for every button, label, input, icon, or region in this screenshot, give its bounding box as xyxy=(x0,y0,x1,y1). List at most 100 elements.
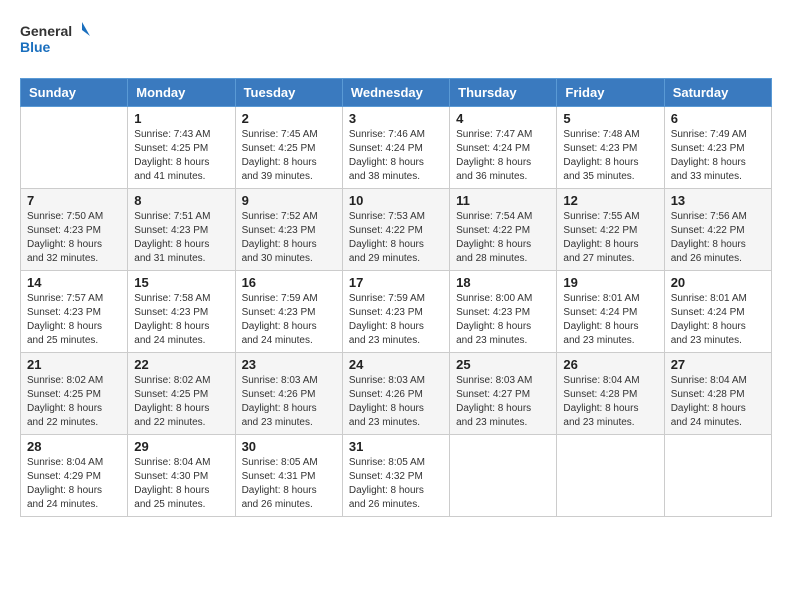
weekday-header: Tuesday xyxy=(235,79,342,107)
day-info: Sunrise: 8:03 AMSunset: 4:26 PMDaylight:… xyxy=(349,374,443,430)
day-number: 31 xyxy=(349,439,443,454)
calendar-cell: 16 Sunrise: 7:59 AMSunset: 4:23 PMDayligh… xyxy=(235,271,342,353)
day-info: Sunrise: 7:51 AMSunset: 4:23 PMDaylight:… xyxy=(134,210,228,266)
calendar-cell: 7Sunrise: 7:50 AMSunset: 4:23 PMDaylight… xyxy=(21,189,128,271)
calendar-cell: 12 Sunrise: 7:55 AMSunset: 4:22 PMDayligh… xyxy=(557,189,664,271)
page-header: General Blue xyxy=(20,20,772,62)
calendar-cell: 13Sunrise: 7:56 AMSunset: 4:22 PMDayligh… xyxy=(664,189,771,271)
day-number: 15 xyxy=(134,275,228,290)
calendar-cell: 6 Sunrise: 7:49 AMSunset: 4:23 PMDaylight… xyxy=(664,107,771,189)
day-number: 21 xyxy=(27,357,121,372)
calendar-cell: 11 Sunrise: 7:54 AMSunset: 4:22 PMDayligh… xyxy=(450,189,557,271)
calendar-cell: 15 Sunrise: 7:58 AMSunset: 4:23 PMDayligh… xyxy=(128,271,235,353)
day-info: Sunrise: 7:59 AMSunset: 4:23 PMDaylight:… xyxy=(242,292,336,348)
day-number: 2 xyxy=(242,111,336,126)
day-number: 1 xyxy=(134,111,228,126)
day-info: Sunrise: 7:55 AMSunset: 4:22 PMDaylight:… xyxy=(563,210,657,266)
day-number: 8 xyxy=(134,193,228,208)
calendar-cell: 24Sunrise: 8:03 AMSunset: 4:26 PMDayligh… xyxy=(342,353,449,435)
calendar-cell: 5 Sunrise: 7:48 AMSunset: 4:23 PMDaylight… xyxy=(557,107,664,189)
calendar-cell: 19Sunrise: 8:01 AMSunset: 4:24 PMDayligh… xyxy=(557,271,664,353)
day-info: Sunrise: 7:59 AMSunset: 4:23 PMDaylight:… xyxy=(349,292,443,348)
calendar-cell: 4 Sunrise: 7:47 AMSunset: 4:24 PMDaylight… xyxy=(450,107,557,189)
day-number: 29 xyxy=(134,439,228,454)
calendar-cell xyxy=(557,435,664,517)
day-number: 10 xyxy=(349,193,443,208)
calendar-cell: 1 Sunrise: 7:43 AMSunset: 4:25 PMDaylight… xyxy=(128,107,235,189)
day-number: 19 xyxy=(563,275,657,290)
day-info: Sunrise: 7:54 AMSunset: 4:22 PMDaylight:… xyxy=(456,210,550,266)
day-number: 4 xyxy=(456,111,550,126)
calendar-cell: 26 Sunrise: 8:04 AMSunset: 4:28 PMDayligh… xyxy=(557,353,664,435)
day-number: 7 xyxy=(27,193,121,208)
calendar-header-row: SundayMondayTuesdayWednesdayThursdayFrid… xyxy=(21,79,772,107)
weekday-header: Monday xyxy=(128,79,235,107)
day-number: 18 xyxy=(456,275,550,290)
day-number: 30 xyxy=(242,439,336,454)
calendar-cell: 22Sunrise: 8:02 AMSunset: 4:25 PMDayligh… xyxy=(128,353,235,435)
calendar-cell: 8 Sunrise: 7:51 AMSunset: 4:23 PMDaylight… xyxy=(128,189,235,271)
logo: General Blue xyxy=(20,20,90,62)
day-info: Sunrise: 7:46 AMSunset: 4:24 PMDaylight:… xyxy=(349,128,443,184)
calendar-week-row: 14 Sunrise: 7:57 AMSunset: 4:23 PMDayligh… xyxy=(21,271,772,353)
day-number: 14 xyxy=(27,275,121,290)
day-info: Sunrise: 7:49 AMSunset: 4:23 PMDaylight:… xyxy=(671,128,765,184)
day-number: 23 xyxy=(242,357,336,372)
day-info: Sunrise: 7:47 AMSunset: 4:24 PMDaylight:… xyxy=(456,128,550,184)
day-number: 11 xyxy=(456,193,550,208)
calendar-cell: 31 Sunrise: 8:05 AMSunset: 4:32 PMDayligh… xyxy=(342,435,449,517)
day-info: Sunrise: 8:01 AMSunset: 4:24 PMDaylight:… xyxy=(671,292,765,348)
calendar-cell: 17 Sunrise: 7:59 AMSunset: 4:23 PMDayligh… xyxy=(342,271,449,353)
calendar-week-row: 28Sunrise: 8:04 AMSunset: 4:29 PMDayligh… xyxy=(21,435,772,517)
svg-text:Blue: Blue xyxy=(20,39,51,55)
calendar-cell: 2 Sunrise: 7:45 AMSunset: 4:25 PMDaylight… xyxy=(235,107,342,189)
day-info: Sunrise: 7:53 AMSunset: 4:22 PMDaylight:… xyxy=(349,210,443,266)
day-number: 6 xyxy=(671,111,765,126)
calendar-table: SundayMondayTuesdayWednesdayThursdayFrid… xyxy=(20,78,772,517)
calendar-cell xyxy=(450,435,557,517)
day-info: Sunrise: 8:05 AMSunset: 4:32 PMDaylight:… xyxy=(349,456,443,512)
day-info: Sunrise: 7:45 AMSunset: 4:25 PMDaylight:… xyxy=(242,128,336,184)
calendar-cell: 14 Sunrise: 7:57 AMSunset: 4:23 PMDayligh… xyxy=(21,271,128,353)
day-info: Sunrise: 7:57 AMSunset: 4:23 PMDaylight:… xyxy=(27,292,121,348)
calendar-cell: 3 Sunrise: 7:46 AMSunset: 4:24 PMDaylight… xyxy=(342,107,449,189)
weekday-header: Saturday xyxy=(664,79,771,107)
day-info: Sunrise: 8:00 AMSunset: 4:23 PMDaylight:… xyxy=(456,292,550,348)
calendar-cell: 21 Sunrise: 8:02 AMSunset: 4:25 PMDayligh… xyxy=(21,353,128,435)
calendar-cell: 25Sunrise: 8:03 AMSunset: 4:27 PMDayligh… xyxy=(450,353,557,435)
day-info: Sunrise: 7:48 AMSunset: 4:23 PMDaylight:… xyxy=(563,128,657,184)
day-info: Sunrise: 8:05 AMSunset: 4:31 PMDaylight:… xyxy=(242,456,336,512)
calendar-cell: 29 Sunrise: 8:04 AMSunset: 4:30 PMDayligh… xyxy=(128,435,235,517)
day-number: 12 xyxy=(563,193,657,208)
day-info: Sunrise: 8:04 AMSunset: 4:28 PMDaylight:… xyxy=(671,374,765,430)
day-number: 27 xyxy=(671,357,765,372)
day-number: 5 xyxy=(563,111,657,126)
day-number: 13 xyxy=(671,193,765,208)
weekday-header: Thursday xyxy=(450,79,557,107)
logo-svg: General Blue xyxy=(20,20,90,62)
day-info: Sunrise: 7:43 AMSunset: 4:25 PMDaylight:… xyxy=(134,128,228,184)
calendar-cell xyxy=(664,435,771,517)
day-number: 26 xyxy=(563,357,657,372)
calendar-week-row: 1 Sunrise: 7:43 AMSunset: 4:25 PMDaylight… xyxy=(21,107,772,189)
day-number: 3 xyxy=(349,111,443,126)
calendar-cell: 10 Sunrise: 7:53 AMSunset: 4:22 PMDayligh… xyxy=(342,189,449,271)
day-info: Sunrise: 8:04 AMSunset: 4:30 PMDaylight:… xyxy=(134,456,228,512)
calendar-cell: 18 Sunrise: 8:00 AMSunset: 4:23 PMDayligh… xyxy=(450,271,557,353)
day-info: Sunrise: 8:04 AMSunset: 4:28 PMDaylight:… xyxy=(563,374,657,430)
calendar-cell: 20 Sunrise: 8:01 AMSunset: 4:24 PMDayligh… xyxy=(664,271,771,353)
calendar-week-row: 7Sunrise: 7:50 AMSunset: 4:23 PMDaylight… xyxy=(21,189,772,271)
day-info: Sunrise: 8:02 AMSunset: 4:25 PMDaylight:… xyxy=(134,374,228,430)
day-number: 20 xyxy=(671,275,765,290)
day-info: Sunrise: 8:02 AMSunset: 4:25 PMDaylight:… xyxy=(27,374,121,430)
day-number: 17 xyxy=(349,275,443,290)
calendar-cell: 27 Sunrise: 8:04 AMSunset: 4:28 PMDayligh… xyxy=(664,353,771,435)
day-info: Sunrise: 7:52 AMSunset: 4:23 PMDaylight:… xyxy=(242,210,336,266)
weekday-header: Friday xyxy=(557,79,664,107)
day-number: 16 xyxy=(242,275,336,290)
weekday-header: Wednesday xyxy=(342,79,449,107)
day-number: 9 xyxy=(242,193,336,208)
day-info: Sunrise: 7:58 AMSunset: 4:23 PMDaylight:… xyxy=(134,292,228,348)
day-number: 28 xyxy=(27,439,121,454)
calendar-cell xyxy=(21,107,128,189)
